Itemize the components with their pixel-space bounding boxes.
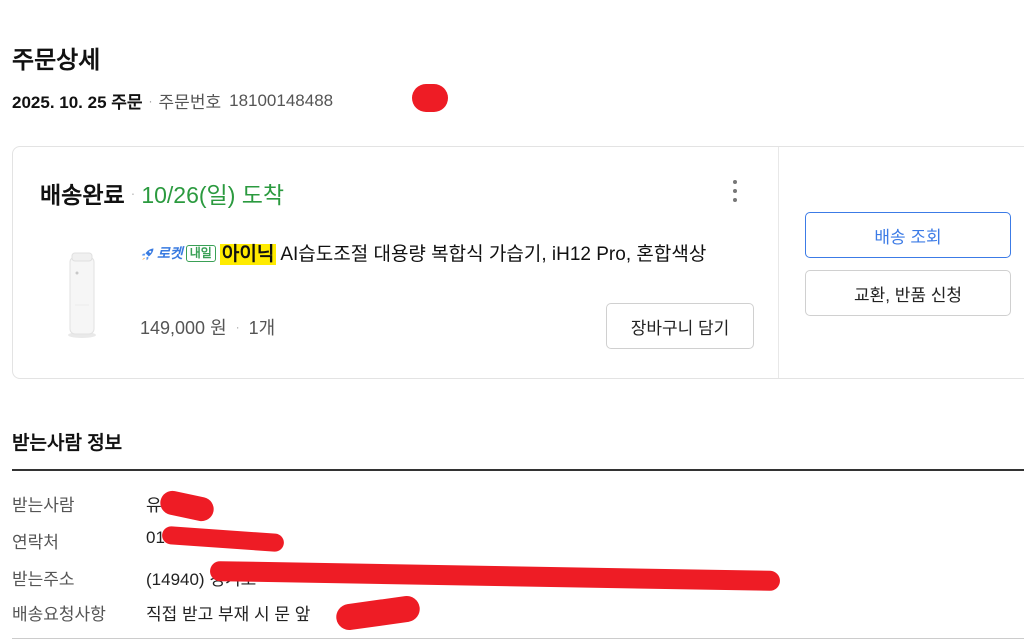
arrival-date: 10/26(일) 도착 bbox=[141, 182, 285, 208]
recipient-phone-label: 연락처 bbox=[12, 533, 59, 552]
order-summary-line: 2025. 10. 25 주문 · 주문번호 18100148488 bbox=[12, 88, 333, 113]
redaction-order-number bbox=[412, 84, 448, 112]
exchange-return-button[interactable]: 교환, 반품 신청 bbox=[805, 270, 1011, 316]
product-quantity: 1개 bbox=[248, 318, 276, 338]
delivery-status: 배송완료 bbox=[40, 182, 125, 208]
order-date: 2025. 10. 25 주문 bbox=[12, 93, 143, 112]
order-number-label: 주문번호 bbox=[158, 93, 222, 112]
redaction-phone bbox=[161, 525, 285, 553]
delivery-request-label: 배송요청사항 bbox=[12, 605, 106, 624]
rocket-label: 로켓 bbox=[157, 245, 183, 261]
delivery-request-value: 직접 받고 부재 시 문 앞 bbox=[146, 605, 311, 624]
more-vertical-icon[interactable] bbox=[726, 178, 744, 204]
track-delivery-button[interactable]: 배송 조회 bbox=[805, 212, 1011, 258]
redaction-request bbox=[334, 594, 422, 632]
delivery-day-badge: 내일 bbox=[185, 245, 216, 262]
product-price: 149,000 원 bbox=[140, 318, 227, 338]
product-name-block[interactable]: 로켓 내일 아이닉 AI습도조절 대용량 복합식 가습기, iH12 Pro, 혼합색… bbox=[140, 238, 750, 270]
separator-dot: · bbox=[235, 320, 240, 334]
recipient-address-label: 받는주소 bbox=[12, 570, 75, 589]
product-thumbnail[interactable] bbox=[58, 245, 106, 340]
card-divider bbox=[778, 147, 779, 378]
shipment-status: 배송완료 · 10/26(일) 도착 bbox=[40, 176, 284, 210]
separator-dot: · bbox=[148, 93, 153, 108]
product-brand: 아이닉 bbox=[219, 244, 277, 265]
separator-dot: · bbox=[130, 185, 136, 201]
price-line: 149,000 원 · 1개 bbox=[140, 314, 275, 340]
product-name: AI습도조절 대용량 복합식 가습기, iH12 Pro, 혼합색상 bbox=[280, 244, 707, 265]
rocket-icon bbox=[141, 248, 154, 261]
recipient-name-label: 받는사람 bbox=[12, 496, 75, 515]
redaction-name bbox=[158, 488, 216, 524]
add-to-cart-button[interactable]: 장바구니 담기 bbox=[606, 303, 754, 349]
recipient-section-title: 받는사람 정보 bbox=[12, 433, 123, 454]
order-number: 18100148488 bbox=[229, 90, 334, 110]
section-divider bbox=[12, 469, 1024, 471]
redaction-address bbox=[209, 561, 781, 591]
page-title: 주문상세 bbox=[12, 47, 101, 74]
section-bottom-divider bbox=[12, 638, 1024, 639]
